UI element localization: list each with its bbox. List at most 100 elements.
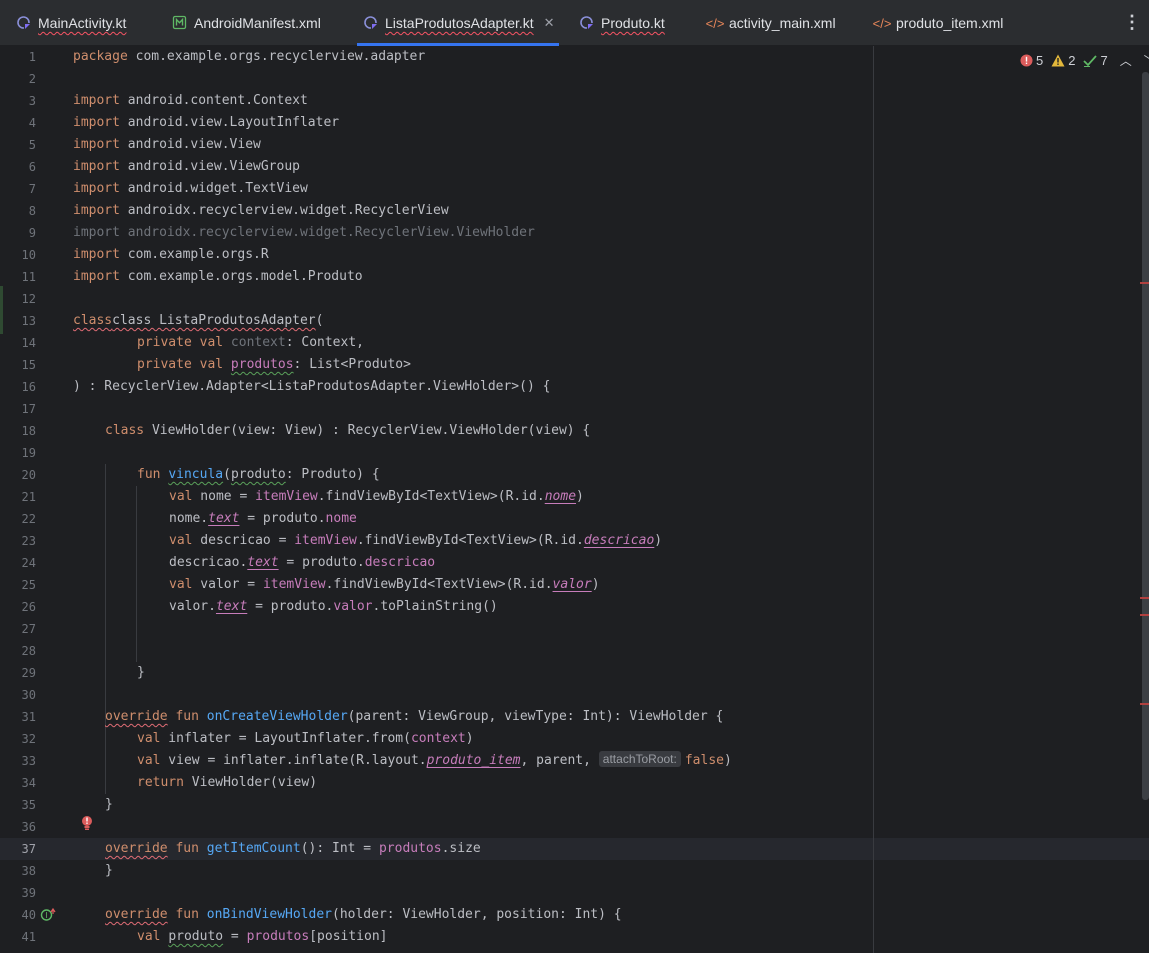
tab-label: ListaProdutosAdapter.kt: [385, 15, 534, 31]
code-line-25: val valor = itemView.findViewById<TextVi…: [169, 577, 600, 592]
code-line-5: import android.view.View: [73, 137, 261, 152]
line-number[interactable]: 38: [0, 860, 36, 882]
line-number[interactable]: 1: [0, 46, 36, 68]
code-line-10: import com.example.orgs.R: [73, 247, 269, 262]
code-editor[interactable]: 1 2 3 4 5 6 7 8 9 10 11 12 13 14 15 16 17 18 19 20 21 22 23 24 2…: [0, 46, 1149, 953]
implements-method-icon[interactable]: I: [40, 907, 56, 927]
parameter-hint: attachToRoot:: [598, 751, 681, 767]
error-stripe-marker[interactable]: [1140, 703, 1149, 705]
line-number[interactable]: 6: [0, 156, 36, 178]
tab-label: Produto.kt: [601, 15, 665, 31]
line-number[interactable]: 10: [0, 244, 36, 266]
code-line-23: val descricao = itemView.findViewById<Te…: [169, 533, 663, 548]
weak-warning-count[interactable]: 7: [1083, 53, 1108, 68]
line-number[interactable]: 11: [0, 266, 36, 288]
line-number[interactable]: 4: [0, 112, 36, 134]
line-number[interactable]: 35: [0, 794, 36, 816]
tab-produto[interactable]: Produto.kt: [579, 0, 665, 46]
line-number[interactable]: 14: [0, 332, 36, 354]
code-line-15: private val produtos: List<Produto>: [137, 357, 411, 372]
line-number[interactable]: 5: [0, 134, 36, 156]
line-number[interactable]: 3: [0, 90, 36, 112]
code-line-20: fun vincula(produto: Produto) {: [137, 467, 380, 482]
line-number[interactable]: 24: [0, 552, 36, 574]
line-number[interactable]: 39: [0, 882, 36, 904]
checkmark-icon: [1083, 55, 1098, 67]
line-number[interactable]: 31: [0, 706, 36, 728]
class-name-lista: class ListaProdutosAdapter: [112, 313, 316, 328]
code-line-13: classclass ListaProdutosAdapter(: [73, 313, 324, 328]
line-number[interactable]: 16: [0, 376, 36, 398]
error-count[interactable]: 5: [1020, 53, 1043, 68]
line-number[interactable]: 20: [0, 464, 36, 486]
code-line-18: class ViewHolder(view: View) : RecyclerV…: [105, 423, 591, 438]
code-line-38: }: [105, 863, 113, 878]
line-number[interactable]: 7: [0, 178, 36, 200]
line-number[interactable]: 19: [0, 442, 36, 464]
code-line-40: override fun onBindViewHolder(holder: Vi…: [105, 907, 622, 922]
line-number[interactable]: 33: [0, 750, 36, 772]
xml-file-icon: </>: [705, 15, 725, 31]
line-number[interactable]: 18: [0, 420, 36, 442]
line-number[interactable]: 28: [0, 640, 36, 662]
line-number[interactable]: 29: [0, 662, 36, 684]
line-number[interactable]: 22: [0, 508, 36, 530]
inspection-widget[interactable]: 5 2 7 ︿ ﹀: [1020, 52, 1149, 69]
tab-produto-item[interactable]: </> produto_item.xml: [873, 0, 1004, 46]
line-number[interactable]: 27: [0, 618, 36, 640]
line-number[interactable]: 30: [0, 684, 36, 706]
tab-androidmanifest[interactable]: AndroidManifest.xml: [172, 0, 321, 46]
line-number[interactable]: 36: [0, 816, 36, 838]
line-number[interactable]: 2: [0, 68, 36, 90]
line-number[interactable]: 41: [0, 926, 36, 948]
code-line-26: valor.text = produto.valor.toPlainString…: [169, 599, 498, 614]
close-icon[interactable]: ✕: [544, 15, 555, 31]
line-number[interactable]: 17: [0, 398, 36, 420]
svg-text:I: I: [45, 911, 47, 920]
kotlin-file-icon: [363, 15, 379, 31]
code-line-33: val view = inflater.inflate(R.layout.pro…: [137, 751, 732, 768]
line-number[interactable]: 23: [0, 530, 36, 552]
tab-label: activity_main.xml: [729, 15, 836, 31]
tab-label: produto_item.xml: [896, 15, 1004, 31]
error-stripe-marker[interactable]: [1140, 282, 1149, 284]
next-highlight-icon[interactable]: ﹀: [1144, 52, 1149, 69]
code-line-16: ) : RecyclerView.Adapter<ListaProdutosAd…: [73, 379, 551, 394]
line-number[interactable]: 8: [0, 200, 36, 222]
error-stripe-marker[interactable]: [1140, 597, 1149, 599]
line-number[interactable]: 37: [0, 838, 36, 860]
code-line-4: import android.view.LayoutInflater: [73, 115, 340, 130]
tab-label: AndroidManifest.xml: [194, 15, 321, 31]
code-line-34: return ViewHolder(view): [137, 775, 318, 790]
indent-guide: [136, 486, 137, 662]
code-line-3: import android.content.Context: [73, 93, 308, 108]
code-line-35: }: [105, 797, 113, 812]
error-stripe-marker[interactable]: [1140, 614, 1149, 616]
line-number[interactable]: 32: [0, 728, 36, 750]
indent-guide: [105, 464, 106, 794]
previous-highlight-icon[interactable]: ︿: [1120, 52, 1132, 69]
code-line-9-unused-import: import androidx.recyclerview.widget.Recy…: [73, 225, 535, 240]
code-line-21: val nome = itemView.findViewById<TextVie…: [169, 489, 584, 504]
warning-count[interactable]: 2: [1051, 53, 1075, 68]
line-number[interactable]: 25: [0, 574, 36, 596]
line-number[interactable]: 21: [0, 486, 36, 508]
line-number[interactable]: 9: [0, 222, 36, 244]
code-line-11: import com.example.orgs.model.Produto: [73, 269, 363, 284]
tab-activity-main[interactable]: </> activity_main.xml: [705, 0, 836, 46]
vertical-scrollbar[interactable]: [1142, 72, 1149, 800]
line-number[interactable]: 34: [0, 772, 36, 794]
line-number[interactable]: 40: [0, 904, 36, 926]
tab-listaprodutosadapter[interactable]: ListaProdutosAdapter.kt ✕: [357, 0, 559, 46]
line-number[interactable]: 26: [0, 596, 36, 618]
error-bulb-icon[interactable]: [80, 815, 94, 835]
code-line-24: descricao.text = produto.descricao: [169, 555, 436, 570]
more-vertical-icon[interactable]: ⋮: [1123, 12, 1141, 33]
kotlin-file-icon: [16, 15, 32, 31]
tab-mainactivity[interactable]: MainActivity.kt: [16, 0, 126, 46]
line-number[interactable]: 15: [0, 354, 36, 376]
code-line-29: }: [137, 665, 145, 680]
line-number[interactable]: 12: [0, 288, 36, 310]
line-number[interactable]: 13: [0, 310, 36, 332]
warning-icon: [1051, 54, 1065, 67]
